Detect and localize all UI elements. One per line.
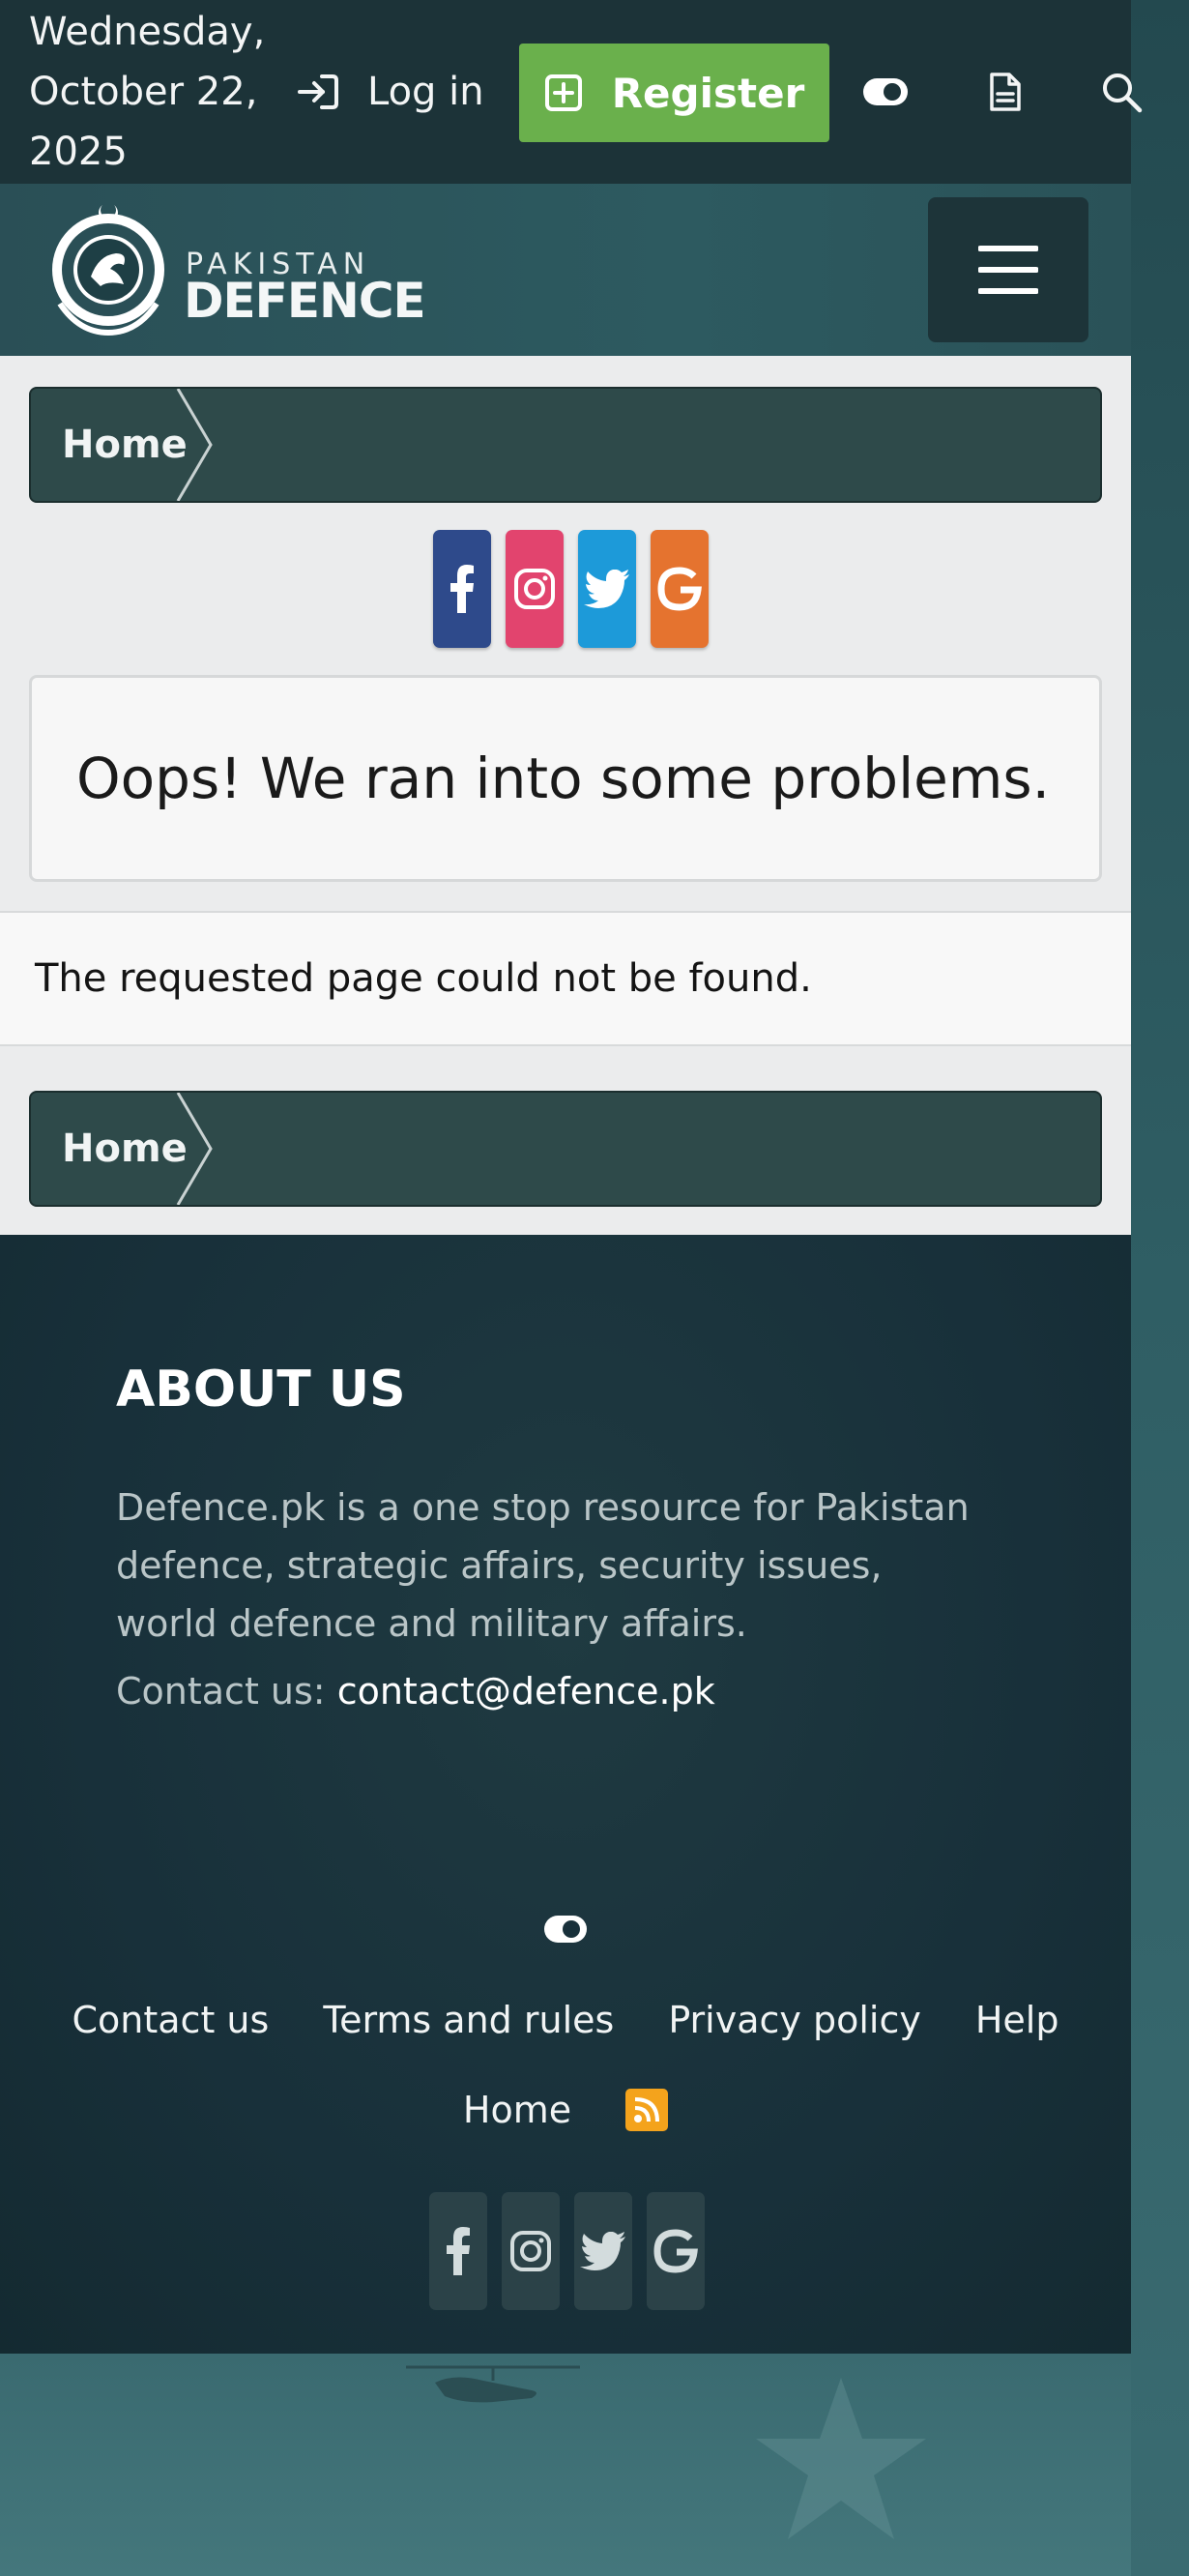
login-icon	[298, 74, 338, 109]
google-icon	[657, 567, 702, 611]
rss-icon	[634, 2097, 660, 2122]
twitter-icon	[580, 2232, 625, 2270]
instagram-button[interactable]	[506, 530, 564, 648]
theme-toggle-icon	[863, 78, 908, 105]
footer-links: Contact us Terms and rules Privacy polic…	[0, 1999, 1131, 2041]
footer-twitter-button[interactable]	[574, 2192, 632, 2310]
contact-email-link[interactable]: contact@defence.pk	[337, 1670, 715, 1712]
register-button[interactable]: Register	[519, 44, 829, 142]
site-header: PAKISTAN DEFENCE	[0, 184, 1131, 356]
breadcrumb-chevron-icon	[176, 389, 213, 501]
current-date: Wednesday, October 22, 2025	[29, 10, 266, 174]
whats-new-icon	[990, 73, 1021, 111]
about-text: Defence.pk is a one stop resource for Pa…	[116, 1486, 970, 1645]
footer-link-home[interactable]: Home	[463, 2089, 571, 2131]
error-title-box: Oops! We ran into some problems.	[29, 675, 1102, 882]
top-bar: Wednesday, October 22, 2025 Log in Regis…	[0, 0, 1143, 184]
footer-links-secondary: Home	[0, 2089, 1131, 2131]
theme-toggle-icon	[544, 1916, 587, 1943]
footer-social-row	[429, 2192, 705, 2310]
site-footer: ABOUT US Defence.pk is a one stop resour…	[0, 1235, 1131, 2354]
search-icon	[1103, 73, 1143, 113]
facebook-button[interactable]	[433, 530, 491, 648]
instagram-icon	[514, 569, 555, 609]
theme-toggle-button[interactable]	[856, 60, 914, 124]
register-label: Register	[611, 69, 805, 117]
page-background-strip	[1131, 0, 1189, 2576]
footer-link-help[interactable]: Help	[975, 1999, 1059, 2041]
main-content: Home Oops! We ran into some problems. Th…	[0, 356, 1131, 1235]
site-logo[interactable]: PAKISTAN DEFENCE	[41, 197, 426, 342]
google-icon	[653, 2229, 698, 2273]
footer-theme-toggle[interactable]	[543, 1915, 588, 1947]
footer-link-terms[interactable]: Terms and rules	[323, 1999, 614, 2041]
register-plus-icon	[544, 74, 582, 111]
instagram-icon	[510, 2231, 551, 2271]
background-helicopter-icon	[406, 2365, 580, 2403]
facebook-icon	[447, 2227, 470, 2275]
facebook-icon	[450, 565, 474, 613]
whats-new-button[interactable]	[976, 60, 1034, 124]
breadcrumb-bottom: Home	[29, 1091, 1102, 1207]
footer-facebook-button[interactable]	[429, 2192, 487, 2310]
breadcrumb-home-link-bottom[interactable]: Home	[31, 1093, 188, 1205]
contact-line: Contact us: contact@defence.pk	[116, 1670, 715, 1712]
breadcrumb-chevron-icon	[176, 1093, 213, 1205]
logo-emblem-icon	[52, 205, 164, 337]
background-scenery	[0, 2354, 1131, 2576]
breadcrumb-top: Home	[29, 387, 1102, 503]
background-star-icon	[756, 2378, 926, 2539]
footer-instagram-button[interactable]	[502, 2192, 560, 2310]
login-label: Log in	[367, 70, 484, 114]
error-title: Oops! We ran into some problems.	[76, 746, 1051, 811]
google-button[interactable]	[651, 530, 709, 648]
hamburger-icon	[978, 246, 1038, 294]
page: Wednesday, October 22, 2025 Log in Regis…	[0, 0, 1143, 2576]
social-share-row	[433, 530, 709, 648]
login-link[interactable]: Log in	[296, 60, 484, 124]
contact-prefix: Contact us:	[116, 1670, 326, 1712]
footer-google-button[interactable]	[647, 2192, 705, 2310]
twitter-icon	[584, 570, 629, 608]
menu-button[interactable]	[928, 197, 1088, 342]
error-message: The requested page could not be found.	[0, 911, 1131, 1046]
twitter-button[interactable]	[578, 530, 636, 648]
footer-link-privacy[interactable]: Privacy policy	[668, 1999, 921, 2041]
about-title: ABOUT US	[116, 1361, 406, 1419]
footer-link-contact[interactable]: Contact us	[72, 1999, 270, 2041]
search-button[interactable]	[1092, 60, 1150, 124]
breadcrumb-home-link[interactable]: Home	[31, 389, 188, 501]
logo-text-main: DEFENCE	[184, 273, 426, 329]
rss-button[interactable]	[625, 2089, 669, 2131]
